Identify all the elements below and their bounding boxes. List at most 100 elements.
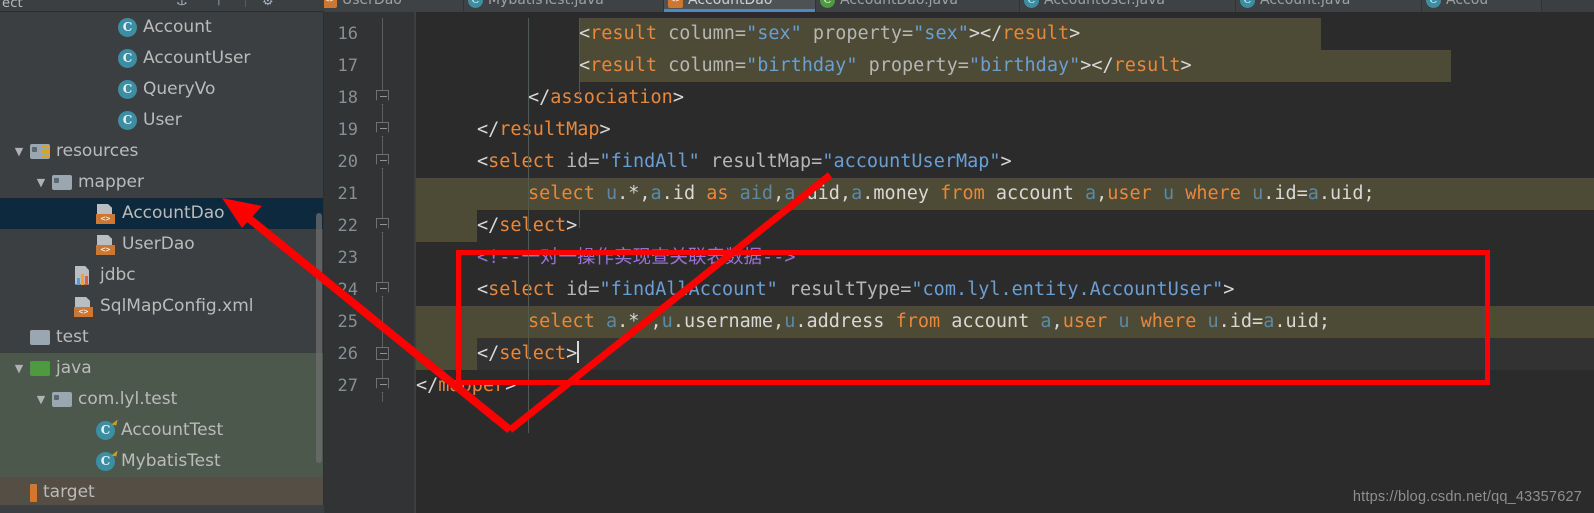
code-line[interactable]: </mapper> (416, 370, 516, 402)
code-fold-toggle[interactable] (376, 370, 390, 402)
code-fold-toggle[interactable] (376, 210, 390, 242)
collapse-all-icon[interactable]: ⤒ (216, 0, 222, 9)
code-token: "accountUserMap" (822, 151, 1001, 172)
code-token: aid (739, 183, 774, 204)
editor-tab-accountdao-java[interactable]: C AccountDao.java (816, 0, 1020, 12)
editor-tab-userdao[interactable]: <> UserDao (324, 0, 464, 12)
tree-spacer: ▼ (8, 477, 30, 508)
code-line[interactable]: </association> (528, 82, 684, 114)
code-line[interactable]: </resultMap> (477, 114, 611, 146)
tree-item-target[interactable]: ▼ target (0, 477, 324, 508)
code-token: result (590, 55, 657, 76)
xml-file-icon: <> (668, 0, 683, 8)
code-token: resultMap (499, 119, 600, 140)
code-line[interactable]: select u.*,a.id as aid,a.uid,a.money fro… (528, 178, 1375, 210)
settings-icon[interactable]: ⚙ (262, 0, 274, 9)
code-token: .uid; (1274, 311, 1331, 332)
code-token: a (1307, 183, 1319, 204)
tree-item-mapper[interactable]: ▼ mapper (0, 167, 324, 198)
code-token: u (661, 311, 673, 332)
code-line[interactable]: <select id="findAll" resultMap="accountU… (477, 146, 1012, 178)
tree-item-accountdao[interactable]: ▼<> AccountDao (0, 198, 324, 229)
tree-item-userdao[interactable]: ▼<> UserDao (0, 229, 324, 260)
code-token: "com.lyl.entity.AccountUser" (911, 279, 1224, 300)
tree-item-jdbc[interactable]: ▼ jdbc (0, 260, 324, 291)
code-fold-toggle[interactable] (376, 114, 390, 146)
tree-spacer: ▼ (96, 12, 118, 43)
code-token: < (579, 23, 591, 44)
code-area[interactable]: <result column="sex" property="sex"></re… (416, 12, 1594, 513)
project-tool-window: ect ⚓ ⤒ ⚙ ▼CAccount▼CAccountUser▼CQueryV… (0, 0, 324, 513)
code-token: </ (477, 215, 500, 236)
tree-item-queryvo[interactable]: ▼C QueryVo (0, 74, 324, 105)
code-line[interactable]: select a.* ,u.username,u.address from ac… (528, 306, 1330, 338)
code-fold-toggle[interactable] (376, 82, 390, 114)
code-token: </ (1091, 55, 1114, 76)
tree-item-resources[interactable]: ▼ resources (0, 136, 324, 167)
code-line[interactable]: <result column="birthday" property="birt… (579, 50, 1192, 82)
chevron-down-icon[interactable]: ▼ (8, 136, 30, 167)
code-line[interactable]: <result column="sex" property="sex"></re… (579, 18, 1080, 50)
code-structure-line (376, 306, 390, 338)
code-token: result (1113, 55, 1181, 76)
sidebar-scrollbar[interactable] (316, 213, 322, 463)
project-panel-title: ect (2, 0, 23, 11)
line-number: 23 (337, 248, 358, 268)
code-token: "findAllAccount" (599, 279, 778, 300)
editor-tab-label: AccountUser.java (1044, 0, 1165, 8)
code-line[interactable]: <!--一对一操作实现查关联表数据--> (477, 242, 795, 274)
code-structure-line (376, 50, 390, 82)
code-line[interactable]: <select id="findAllAccount" resultType="… (477, 274, 1234, 306)
editor-tab-accountuser-java[interactable]: C AccountUser.java (1020, 0, 1236, 12)
tree-item-accounttest[interactable]: ▼C AccountTest (0, 415, 324, 446)
code-token: < (477, 151, 489, 172)
code-token: "sex" (913, 23, 969, 44)
anchor-icon[interactable]: ⚓ (176, 0, 188, 9)
java-test-class-icon: C (96, 421, 115, 440)
xml-file-icon: <> (324, 0, 337, 8)
code-token: account (995, 183, 1085, 204)
code-token: , (1051, 311, 1063, 332)
tree-item-label: QueryVo (143, 79, 216, 99)
code-token: select (528, 311, 606, 332)
code-fold-toggle[interactable] (376, 274, 390, 306)
code-token: select (499, 215, 567, 236)
tree-item-test[interactable]: ▼ test (0, 322, 324, 353)
tree-item-java[interactable]: ▼ java (0, 353, 324, 384)
code-token: "birthday" (746, 55, 858, 76)
java-class-icon: C (118, 80, 137, 99)
tree-item-com-lyl-test[interactable]: ▼ com.lyl.test (0, 384, 324, 415)
editor-tab-bar[interactable]: <>UserDaoCMybatisTest.java<>AccountDaoCA… (324, 0, 1594, 12)
code-token: , (773, 183, 785, 204)
code-token: "birthday" (968, 55, 1081, 76)
plain-folder-icon (30, 330, 50, 345)
tree-item-sqlmapconfig-xml[interactable]: ▼<> SqlMapConfig.xml (0, 291, 324, 322)
tree-item-user[interactable]: ▼C User (0, 105, 324, 136)
project-panel-toolbar: ect ⚓ ⤒ ⚙ (0, 0, 324, 12)
tree-spacer: ▼ (74, 229, 96, 260)
indent-guide (579, 18, 580, 98)
project-tree[interactable]: ▼CAccount▼CAccountUser▼CQueryVo▼CUser▼re… (0, 12, 324, 513)
tree-item-label: AccountTest (121, 420, 224, 440)
tree-item-accountuser[interactable]: ▼C AccountUser (0, 43, 324, 74)
tree-item-mybatistest[interactable]: ▼C MybatisTest (0, 446, 324, 477)
editor-tab-accountdao[interactable]: <>AccountDao (664, 0, 816, 12)
source-folder-icon (30, 361, 50, 376)
editor-tab-accou[interactable]: C Accou (1422, 0, 1542, 12)
code-token: > (566, 343, 578, 364)
chevron-down-icon[interactable]: ▼ (30, 384, 52, 415)
code-fold-toggle[interactable] (376, 338, 390, 370)
code-token: result (1002, 23, 1070, 44)
java-class-icon: C (118, 111, 137, 130)
java-class-icon: C (1024, 0, 1039, 8)
editor-tab-mybatistest-java[interactable]: C MybatisTest.java (464, 0, 664, 12)
code-token: .address (795, 311, 896, 332)
code-structure-line (376, 18, 390, 50)
code-token: .uid, (795, 183, 852, 204)
code-fold-toggle[interactable] (376, 146, 390, 178)
tree-spacer: ▼ (74, 415, 96, 446)
chevron-down-icon[interactable]: ▼ (8, 353, 30, 384)
chevron-down-icon[interactable]: ▼ (30, 167, 52, 198)
tree-item-account[interactable]: ▼C Account (0, 12, 324, 43)
editor-tab-account-java[interactable]: C Account.java (1236, 0, 1422, 12)
